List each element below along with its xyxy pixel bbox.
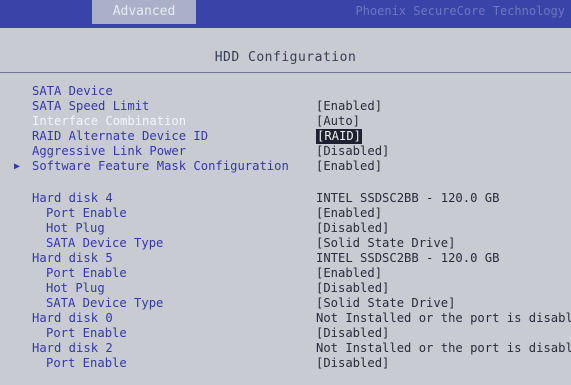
setting-row-aggressive-link-power[interactable]: Aggressive Link Power [Disabled] [0, 144, 571, 159]
disk-label: Hard disk 0 [32, 311, 113, 325]
setting-label: Aggressive Link Power [32, 144, 187, 158]
setting-label: SATA Speed Limit [32, 99, 150, 113]
setting-row-software-feature-mask[interactable]: ▶ Software Feature Mask Configuration [E… [0, 159, 571, 174]
disk-value: [Solid State Drive] [316, 236, 456, 250]
title-area: HDD Configuration [0, 28, 571, 73]
disk-row-port-enable[interactable]: Port Enable [Enabled] [0, 266, 571, 281]
disk-row-hard-disk-2[interactable]: Hard disk 2 Not Installed or the port is… [0, 341, 571, 356]
vendor-label: Phoenix SecureCore Technology [355, 4, 565, 18]
tab-advanced[interactable]: Advanced [92, 0, 196, 24]
disk-label: Hard disk 4 [32, 191, 113, 205]
disk-row-hard-disk-4[interactable]: Hard disk 4 INTEL SSDSC2BB - 120.0 GB [0, 191, 571, 206]
top-bar: Advanced Phoenix SecureCore Technology [0, 0, 571, 28]
disk-value: [Disabled] [316, 326, 390, 340]
setting-value: [Auto] [316, 114, 361, 128]
disk-label: SATA Device Type [46, 236, 164, 250]
disk-label: SATA Device Type [46, 296, 164, 310]
disk-value: [Solid State Drive] [316, 296, 456, 310]
disk-value: [Disabled] [316, 221, 390, 235]
disk-label: Hot Plug [46, 221, 105, 235]
disk-row-port-enable[interactable]: Port Enable [Disabled] [0, 356, 571, 371]
disk-value: Not Installed or the port is disabled [316, 341, 571, 355]
setting-label: SATA Device [32, 84, 113, 98]
disk-row-hot-plug[interactable]: Hot Plug [Disabled] [0, 281, 571, 296]
disk-row-hard-disk-5[interactable]: Hard disk 5 INTEL SSDSC2BB - 120.0 GB [0, 251, 571, 266]
disk-row-hot-plug[interactable]: Hot Plug [Disabled] [0, 221, 571, 236]
setting-value: [Enabled] [316, 99, 383, 113]
disk-label: Port Enable [46, 206, 127, 220]
setting-row-interface-combination[interactable]: Interface Combination [Auto] [0, 114, 571, 129]
setting-value: [Disabled] [316, 144, 390, 158]
disk-value: INTEL SSDSC2BB - 120.0 GB [316, 251, 500, 265]
setting-label: Software Feature Mask Configuration [32, 159, 289, 173]
disk-label: Hot Plug [46, 281, 105, 295]
page-title: HDD Configuration [214, 50, 357, 65]
disk-label: Port Enable [46, 266, 127, 280]
disk-label: Hard disk 2 [32, 341, 113, 355]
setting-row-sata-speed-limit[interactable]: SATA Speed Limit [Enabled] [0, 99, 571, 114]
setting-value-selected[interactable]: [RAID] [316, 129, 363, 144]
disk-row-hard-disk-0[interactable]: Hard disk 0 Not Installed or the port is… [0, 311, 571, 326]
setting-row-raid-alternate-device-id[interactable]: RAID Alternate Device ID [RAID] [0, 129, 571, 144]
disk-value: [Disabled] [316, 281, 390, 295]
disk-label: Port Enable [46, 356, 127, 370]
disk-label: Hard disk 5 [32, 251, 113, 265]
setting-label: Interface Combination [32, 114, 187, 128]
disk-row-port-enable[interactable]: Port Enable [Disabled] [0, 326, 571, 341]
setting-label: RAID Alternate Device ID [32, 129, 209, 143]
disk-value: Not Installed or the port is disabled [316, 311, 571, 325]
submenu-arrow-icon: ▶ [14, 161, 21, 172]
disk-label: Port Enable [46, 326, 127, 340]
disk-value: [Enabled] [316, 266, 383, 280]
setting-value: [Enabled] [316, 159, 383, 173]
setting-row-sata-device[interactable]: SATA Device [0, 84, 571, 99]
disk-row-port-enable[interactable]: Port Enable [Enabled] [0, 206, 571, 221]
disk-value: INTEL SSDSC2BB - 120.0 GB [316, 191, 500, 205]
bios-screen: Advanced Phoenix SecureCore Technology H… [0, 0, 571, 385]
disk-value: [Enabled] [316, 206, 383, 220]
disk-row-sata-device-type[interactable]: SATA Device Type [Solid State Drive] [0, 296, 571, 311]
disk-value: [Disabled] [316, 356, 390, 370]
disk-row-sata-device-type[interactable]: SATA Device Type [Solid State Drive] [0, 236, 571, 251]
